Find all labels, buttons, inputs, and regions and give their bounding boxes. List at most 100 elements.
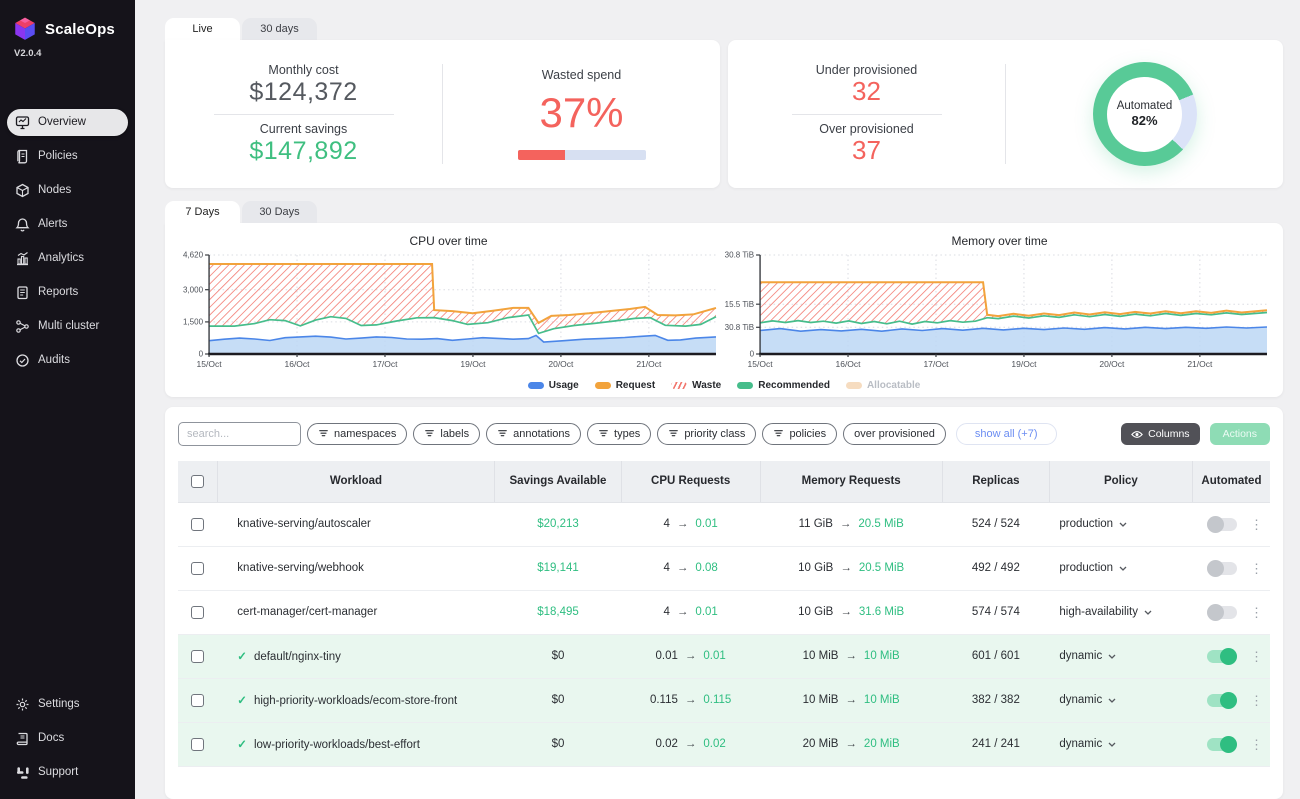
sidebar-item-label: Overview <box>38 116 86 128</box>
tab-live[interactable]: Live <box>165 18 240 40</box>
row-menu-kebab-icon[interactable]: ⋮ <box>1250 518 1263 531</box>
tab-7-days[interactable]: 7 Days <box>165 201 240 223</box>
sidebar-item-settings[interactable]: Settings <box>7 691 128 718</box>
tab-30-days-charts[interactable]: 30 Days <box>242 201 317 223</box>
filter-pill-annotations[interactable]: annotations <box>486 423 581 445</box>
row-checkbox[interactable] <box>191 650 204 663</box>
workload-cell[interactable]: ✓default/nginx-tiny <box>217 634 494 678</box>
legend-item-recommended[interactable]: Recommended <box>737 380 830 391</box>
memory-chart-title: Memory over time <box>724 230 1275 250</box>
memory-requests-cell: 10 MiB→10 MiB <box>760 678 942 722</box>
column-header-replicas[interactable]: Replicas <box>942 461 1049 502</box>
workload-cell[interactable]: ✓high-priority-workloads/ecom-store-fron… <box>217 678 494 722</box>
sidebar-item-support[interactable]: Support <box>7 759 128 786</box>
filter-pill-over-provisioned[interactable]: over provisioned <box>843 423 946 445</box>
column-header-workload[interactable]: Workload <box>217 461 494 502</box>
sidebar-item-label: Analytics <box>38 252 84 264</box>
sidebar-item-nodes[interactable]: Nodes <box>7 177 128 204</box>
policy-select[interactable]: dynamic <box>1049 678 1192 722</box>
sidebar-item-audits[interactable]: Audits <box>7 347 128 374</box>
automated-toggle[interactable] <box>1207 518 1237 531</box>
policy-select[interactable]: production <box>1049 546 1192 590</box>
savings-cell: $18,495 <box>495 590 622 634</box>
filter-pill-labels[interactable]: labels <box>413 423 480 445</box>
row-checkbox[interactable] <box>191 606 204 619</box>
policy-select[interactable]: high-availability <box>1049 590 1192 634</box>
row-menu-kebab-icon[interactable]: ⋮ <box>1250 694 1263 707</box>
policy-select[interactable]: production <box>1049 502 1192 546</box>
row-menu-kebab-icon[interactable]: ⋮ <box>1250 562 1263 575</box>
column-header-memory-requests[interactable]: Memory Requests <box>760 461 942 502</box>
svg-text:16/Oct: 16/Oct <box>284 359 310 369</box>
sidebar-item-docs[interactable]: Docs <box>7 725 128 752</box>
cpu-requests-cell: 0.02→0.02 <box>621 722 760 766</box>
workload-name: knative-serving/webhook <box>237 562 364 574</box>
row-checkbox[interactable] <box>191 562 204 575</box>
show-all-button[interactable]: show all (+7) <box>956 423 1057 445</box>
memory-chart-box: Memory over time 30.8 TiB15.5 TiB30.8 Ti… <box>724 230 1275 377</box>
cost-card: Monthly cost $124,372 Current savings $1… <box>165 40 720 188</box>
column-header-policy[interactable]: Policy <box>1049 461 1192 502</box>
table-row: ✓high-priority-workloads/ecom-store-fron… <box>178 678 1270 722</box>
automated-toggle[interactable] <box>1207 738 1237 751</box>
row-checkbox[interactable] <box>191 694 204 707</box>
automated-toggle[interactable] <box>1207 650 1237 663</box>
row-menu-kebab-icon[interactable]: ⋮ <box>1250 650 1263 663</box>
sidebar-item-analytics[interactable]: Analytics <box>7 245 128 272</box>
stats-cards-row: Monthly cost $124,372 Current savings $1… <box>165 40 1283 188</box>
svg-text:21/Oct: 21/Oct <box>636 359 662 369</box>
arrow-right-icon: → <box>833 518 859 530</box>
workload-cell[interactable]: knative-serving/webhook <box>217 546 494 590</box>
automated-label: Automated <box>1117 100 1173 112</box>
workload-cell[interactable]: cert-manager/cert-manager <box>217 590 494 634</box>
column-header-cpu-requests[interactable]: CPU Requests <box>621 461 760 502</box>
sidebar-item-overview[interactable]: Overview <box>7 109 128 136</box>
column-header-savings-available[interactable]: Savings Available <box>495 461 622 502</box>
column-header-automated[interactable]: Automated <box>1192 461 1270 502</box>
filter-pill-types[interactable]: types <box>587 423 651 445</box>
reports-icon <box>15 285 30 300</box>
filter-pill-priority-class[interactable]: priority class <box>657 423 756 445</box>
filter-pill-label: over provisioned <box>854 428 935 440</box>
sidebar-item-label: Reports <box>38 286 78 298</box>
request-swatch-icon <box>595 382 611 389</box>
tab-30-days[interactable]: 30 days <box>242 18 317 40</box>
row-checkbox[interactable] <box>191 738 204 751</box>
automated-toggle[interactable] <box>1207 606 1237 619</box>
workload-name: high-priority-workloads/ecom-store-front <box>254 695 457 707</box>
policy-select[interactable]: dynamic <box>1049 634 1192 678</box>
filter-bar: namespaces labels annotations types priority… <box>178 422 1270 446</box>
policy-select[interactable]: dynamic <box>1049 722 1192 766</box>
sidebar-item-multi-cluster[interactable]: Multi cluster <box>7 313 128 340</box>
svg-text:19/Oct: 19/Oct <box>1011 359 1037 369</box>
sidebar-item-alerts[interactable]: Alerts <box>7 211 128 238</box>
automated-toggle[interactable] <box>1207 562 1237 575</box>
cpu-requests-cell: 4→0.01 <box>621 502 760 546</box>
row-menu-kebab-icon[interactable]: ⋮ <box>1250 738 1263 751</box>
toggle-knob <box>1220 692 1237 709</box>
filter-icon <box>318 429 329 439</box>
toggle-knob <box>1220 736 1237 753</box>
legend-item-allocatable[interactable]: Allocatable <box>846 380 920 391</box>
sidebar-item-reports[interactable]: Reports <box>7 279 128 306</box>
workload-name: knative-serving/autoscaler <box>237 518 371 530</box>
filter-icon <box>497 429 508 439</box>
automated-donut-chart: Automated 82% <box>1093 62 1197 166</box>
columns-button[interactable]: Columns <box>1121 423 1199 445</box>
workload-cell[interactable]: ✓low-priority-workloads/best-effort <box>217 722 494 766</box>
divider <box>214 114 394 115</box>
row-checkbox[interactable] <box>191 518 204 531</box>
actions-button[interactable]: Actions <box>1210 423 1270 445</box>
row-menu-kebab-icon[interactable]: ⋮ <box>1250 606 1263 619</box>
legend-item-request[interactable]: Request <box>595 380 655 391</box>
legend-item-usage[interactable]: Usage <box>528 380 579 391</box>
filter-pill-namespaces[interactable]: namespaces <box>307 423 407 445</box>
memory-requests-cell: 20 MiB→20 MiB <box>760 722 942 766</box>
legend-item-waste[interactable]: Waste <box>671 380 721 391</box>
select-all-checkbox[interactable] <box>191 475 204 488</box>
workload-cell[interactable]: knative-serving/autoscaler <box>217 502 494 546</box>
automated-toggle[interactable] <box>1207 694 1237 707</box>
search-input[interactable] <box>178 422 301 446</box>
filter-pill-policies[interactable]: policies <box>762 423 837 445</box>
sidebar-item-policies[interactable]: Policies <box>7 143 128 170</box>
